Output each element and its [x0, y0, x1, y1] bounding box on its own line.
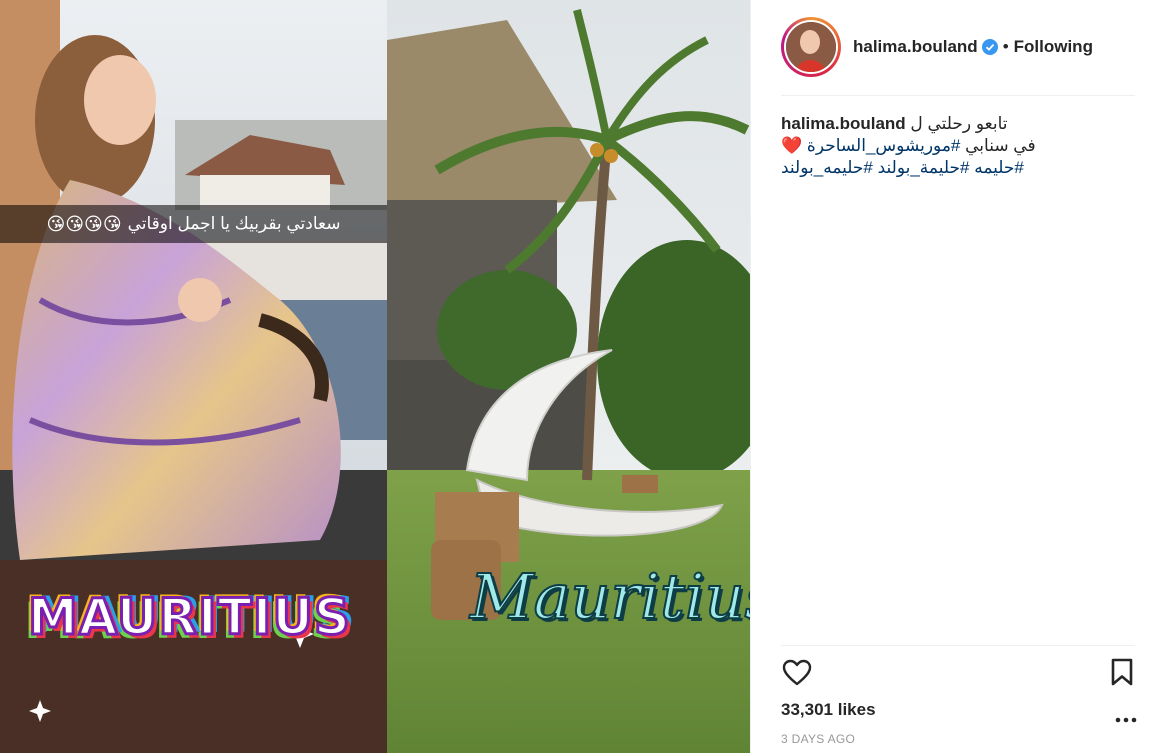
- avatar-frame: [784, 20, 838, 74]
- heart-emoji-icon: ❤️: [781, 136, 803, 155]
- verified-badge-icon: [981, 39, 998, 55]
- hashtag-1[interactable]: #حليمه_بولند: [781, 158, 873, 177]
- post-header: halima.bouland • Following: [781, 16, 1136, 78]
- mauritius-sticker-right: Mauritius: [469, 559, 750, 634]
- actions-divider: [781, 645, 1135, 646]
- following-button[interactable]: Following: [1014, 37, 1093, 57]
- bookmark-icon[interactable]: [1108, 657, 1136, 687]
- more-horizontal-icon[interactable]: [1115, 711, 1137, 723]
- header-username[interactable]: halima.bouland: [853, 37, 978, 57]
- avatar[interactable]: [786, 22, 836, 72]
- likes-count[interactable]: 33,301 likes: [781, 700, 876, 720]
- mauritius-sticker-left: MAURITIUS: [27, 587, 352, 648]
- post: 😘😘😘😘 سعادتي بقربيك يا اجمل اوقاتي MAURIT…: [0, 0, 1165, 753]
- kiss-emoji-group: 😘😘😘😘: [46, 213, 122, 234]
- caption-username[interactable]: halima.bouland: [781, 114, 906, 133]
- post-actions: [781, 655, 1136, 691]
- right-photo: [387, 0, 750, 753]
- snap-caption-text: سعادتي بقربيك يا اجمل اوقاتي: [127, 214, 341, 233]
- header-separator: •: [1002, 37, 1009, 56]
- caption-line-1: halima.bouland تابعو رحلتي ل: [781, 113, 1136, 135]
- caption-text-2: في سنابي: [965, 136, 1036, 155]
- header-divider: [781, 95, 1135, 96]
- hashtag-2[interactable]: #حليمة_بولند: [878, 158, 970, 177]
- heart-outline-icon[interactable]: [781, 657, 813, 689]
- caption-line-3: #حليمه_بولند #حليمة_بولند #حليمه: [781, 157, 1136, 179]
- post-side-panel: halima.bouland • Following halima.boulan…: [750, 0, 1165, 753]
- snap-caption-bar: 😘😘😘😘 سعادتي بقربيك يا اجمل اوقاتي: [0, 205, 387, 243]
- caption-line-2: ❤️ #موريشوس_الساحرة في سنابي: [781, 135, 1136, 157]
- caption-text-1: تابعو رحلتي ل: [910, 114, 1008, 133]
- post-caption: halima.bouland تابعو رحلتي ل ❤️ #موريشوس…: [781, 113, 1136, 179]
- post-timestamp[interactable]: 3 DAYS AGO: [781, 732, 855, 746]
- post-media[interactable]: 😘😘😘😘 سعادتي بقربيك يا اجمل اوقاتي MAURIT…: [0, 0, 750, 753]
- hashtag-3[interactable]: #حليمه: [974, 158, 1024, 177]
- avatar-story-ring[interactable]: [781, 17, 841, 77]
- hashtag-mauritius[interactable]: #موريشوس_الساحرة: [807, 136, 960, 155]
